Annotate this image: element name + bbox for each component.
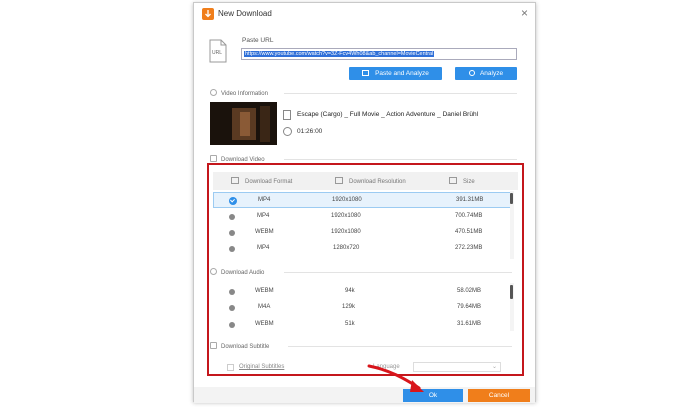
download-subtitle-header: Download Subtitle [210, 342, 269, 350]
video-row[interactable]: MP4 1280x720 272.23MB [213, 241, 513, 257]
row-resolution: 1920x1080 [331, 213, 361, 219]
radio-icon[interactable] [229, 230, 235, 236]
format-icon [231, 177, 239, 184]
chevron-down-icon: ⌄ [491, 364, 497, 370]
divider [284, 159, 517, 160]
video-table-header: Download Format Download Resolution Size [213, 172, 518, 190]
audio-row[interactable]: M4A 129k 79.64MB [213, 300, 513, 316]
divider [288, 346, 512, 347]
video-scrollbar-thumb[interactable] [510, 193, 513, 204]
new-download-dialog: New Download × URL Paste URL https://www… [193, 2, 536, 403]
row-format: WEBM [255, 229, 274, 235]
row-bitrate: 51k [345, 321, 355, 327]
svg-text:URL: URL [212, 50, 222, 56]
row-format: WEBM [255, 321, 274, 327]
cc-icon [210, 342, 217, 349]
radio-icon[interactable] [229, 305, 235, 311]
row-format: M4A [258, 304, 271, 310]
row-size: 31.61MB [457, 321, 482, 327]
close-icon[interactable]: × [521, 6, 528, 20]
row-size: 58.02MB [457, 288, 482, 294]
size-icon [449, 177, 457, 184]
row-size: 79.64MB [457, 304, 482, 310]
search-icon [468, 70, 475, 76]
row-format: WEBM [255, 288, 274, 294]
audio-row[interactable]: WEBM 94k 58.02MB [213, 284, 513, 300]
music-icon [210, 268, 217, 275]
divider [284, 93, 517, 94]
radio-icon[interactable] [229, 322, 235, 328]
subtitle-row: Original Subtitles Language ⌄ [213, 361, 513, 375]
video-row[interactable]: WEBM 1920x1080 470.51MB [213, 225, 513, 241]
paste-and-analyze-button[interactable]: Paste and Analyze [349, 67, 442, 80]
video-title: Escape (Cargo) _ Full Movie _ Action Adv… [297, 111, 479, 118]
url-input[interactable]: https://www.youtube.com/watch?v=3Z-Fcv4W… [241, 48, 517, 60]
app-logo-icon [202, 8, 214, 20]
row-size: 700.74MB [455, 213, 483, 219]
analyze-button[interactable]: Analyze [455, 67, 517, 80]
paste-and-analyze-label: Paste and Analyze [375, 70, 429, 77]
video-info-header: Video Information [210, 89, 268, 97]
info-icon [210, 89, 217, 96]
row-resolution: 1920x1080 [331, 229, 361, 235]
audio-scrollbar-thumb[interactable] [510, 285, 513, 299]
download-video-header: Download Video [210, 155, 265, 163]
row-size: 470.51MB [455, 229, 483, 235]
row-format: MP4 [257, 245, 270, 251]
row-size: 272.23MB [455, 245, 483, 251]
download-audio-label: Download Audio [221, 270, 265, 276]
download-audio-header: Download Audio [210, 268, 264, 276]
video-thumbnail [210, 102, 277, 145]
title-bar: New Download × [194, 3, 535, 25]
pointer-arrow [367, 364, 424, 392]
row-resolution: 1920x1080 [332, 197, 362, 203]
url-value: https://www.youtube.com/watch?v=3Z-Fcv4W… [244, 51, 435, 57]
url-file-icon: URL [208, 39, 228, 63]
cancel-button[interactable]: Cancel [468, 389, 530, 402]
row-format: MP4 [257, 213, 270, 219]
radio-icon[interactable] [229, 214, 235, 220]
download-subtitle-label: Download Subtitle [221, 344, 270, 350]
row-size: 391.31MB [456, 197, 484, 203]
row-bitrate: 129k [342, 304, 356, 310]
original-subtitles-checkbox[interactable] [227, 364, 234, 371]
original-subtitles-link[interactable]: Original Subtitles [239, 364, 284, 370]
video-row[interactable]: MP4 1920x1080 700.74MB [213, 209, 513, 225]
divider [284, 272, 512, 273]
radio-icon[interactable] [229, 289, 235, 295]
column-size: Size [449, 177, 475, 185]
clipboard-icon [362, 70, 370, 76]
resolution-icon [335, 177, 343, 184]
audio-row[interactable]: WEBM 51k 31.61MB [213, 317, 513, 333]
dialog-title: New Download [218, 9, 272, 18]
radio-selected-icon[interactable] [229, 197, 237, 205]
video-row[interactable]: MP4 1920x1080 391.31MB [213, 192, 513, 208]
radio-icon[interactable] [229, 246, 235, 252]
video-duration: 01:26:00 [297, 128, 323, 135]
clock-icon [283, 127, 292, 136]
url-label: Paste URL [242, 37, 274, 44]
video-icon [210, 155, 217, 162]
row-bitrate: 94k [345, 288, 355, 294]
document-icon [283, 110, 291, 120]
column-resolution: Download Resolution [335, 177, 406, 185]
video-info-label: Video Information [221, 91, 268, 97]
row-resolution: 1280x720 [333, 245, 360, 251]
row-format: MP4 [258, 197, 271, 203]
column-format: Download Format [231, 177, 292, 185]
analyze-label: Analyze [479, 70, 504, 77]
